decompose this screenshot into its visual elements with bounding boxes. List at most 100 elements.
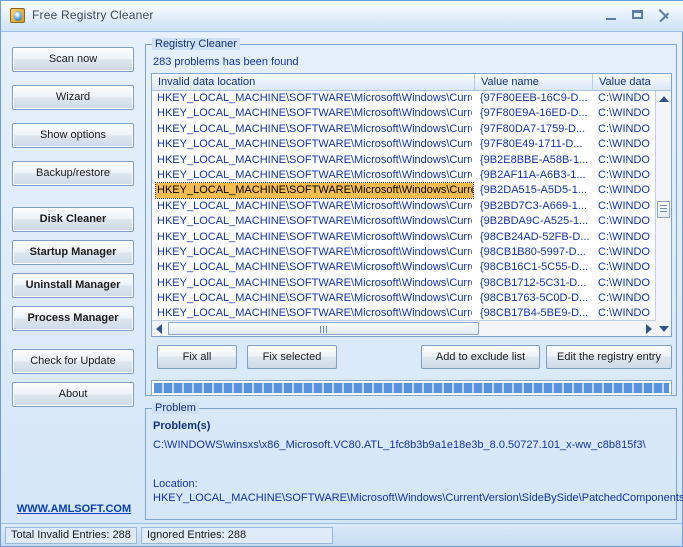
table-row[interactable]: HKEY_LOCAL_MACHINE\SOFTWARE\Microsoft\Wi… [152,168,656,183]
list-rows: HKEY_LOCAL_MACHINE\SOFTWARE\Microsoft\Wi… [152,91,656,321]
chevron-up-icon [659,96,669,102]
chevron-right-icon [646,324,652,334]
show-options-button[interactable]: Show options [12,123,134,148]
status-bar: Total Invalid Entries: 288 Ignored Entri… [1,523,682,546]
status-ignored-entries: Ignored Entries: 288 [141,527,333,544]
close-button[interactable] [652,5,678,26]
cell-value-data: C:\WINDO [598,168,650,181]
cell-value-name: {9B2BDA9C-A525-1... [480,215,589,228]
cell-value-data: C:\WINDO [598,107,650,120]
chevron-left-icon [156,324,162,334]
check-for-update-button[interactable]: Check for Update [12,349,134,374]
cell-location: HKEY_LOCAL_MACHINE\SOFTWARE\Microsoft\Wi… [157,122,472,135]
edit-registry-entry-button[interactable]: Edit the registry entry [546,345,672,369]
horizontal-scroll-thumb[interactable] [168,322,479,335]
about-button[interactable]: About [12,382,134,407]
table-row[interactable]: HKEY_LOCAL_MACHINE\SOFTWARE\Microsoft\Wi… [152,122,656,137]
cell-value-data: C:\WINDO [598,153,650,166]
sidebar: Scan now Wizard Show options Backup/rest… [1,31,145,523]
maximize-button[interactable] [626,5,649,26]
table-row[interactable]: HKEY_LOCAL_MACHINE\SOFTWARE\Microsoft\Wi… [152,182,656,200]
column-header-location[interactable]: Invalid data location [152,74,475,91]
table-row[interactable]: HKEY_LOCAL_MACHINE\SOFTWARE\Microsoft\Wi… [152,106,656,121]
add-to-exclude-list-button[interactable]: Add to exclude list [421,345,540,369]
app-icon [10,8,25,23]
fix-all-button[interactable]: Fix all [157,345,237,369]
cell-value-data: C:\WINDO [598,292,650,305]
column-header-value-name[interactable]: Value name [475,74,593,91]
vertical-scroll-thumb[interactable] [657,201,670,218]
scroll-right-button[interactable] [641,321,656,336]
cell-value-name: {98CB1763-5C0D-D... [480,292,589,305]
problem-path: C:\WINDOWS\winsxs\x86_Microsoft.VC80.ATL… [153,439,646,451]
cell-value-name: {9B2BD7C3-A669-1... [480,199,588,212]
table-row[interactable]: HKEY_LOCAL_MACHINE\SOFTWARE\Microsoft\Wi… [152,91,656,106]
problems-found-label: 283 problems has been found [153,56,299,68]
cell-location: HKEY_LOCAL_MACHINE\SOFTWARE\Microsoft\Wi… [157,107,472,120]
window-title: Free Registry Cleaner [32,8,154,22]
cell-value-name: {9B2AF11A-A6B3-1... [480,168,586,181]
registry-cleaner-legend: Registry Cleaner [152,38,240,50]
cell-value-name: {98CB16C1-5C55-D... [480,261,589,274]
uninstall-manager-button[interactable]: Uninstall Manager [12,273,134,298]
minimize-button[interactable] [600,5,623,26]
cell-location: HKEY_LOCAL_MACHINE\SOFTWARE\Microsoft\Wi… [157,261,472,274]
table-row[interactable]: HKEY_LOCAL_MACHINE\SOFTWARE\Microsoft\Wi… [152,245,656,260]
title-bar: Free Registry Cleaner [1,1,683,32]
problem-title: Problem(s) [153,420,211,432]
process-manager-button[interactable]: Process Manager [12,306,134,331]
progress-bar [151,380,672,396]
cell-value-name: {9B2E8BBE-A58B-1... [480,153,589,166]
table-row[interactable]: HKEY_LOCAL_MACHINE\SOFTWARE\Microsoft\Wi… [152,214,656,229]
table-row[interactable]: HKEY_LOCAL_MACHINE\SOFTWARE\Microsoft\Wi… [152,153,656,168]
cell-value-data: C:\WINDO [598,215,650,228]
horizontal-scrollbar[interactable] [152,320,656,336]
table-row[interactable]: HKEY_LOCAL_MACHINE\SOFTWARE\Microsoft\Wi… [152,306,656,321]
cell-location: HKEY_LOCAL_MACHINE\SOFTWARE\Microsoft\Wi… [155,182,474,200]
cell-location: HKEY_LOCAL_MACHINE\SOFTWARE\Microsoft\Wi… [157,245,472,258]
cell-value-name: {97F80EEB-16C9-D... [480,92,588,104]
cell-value-name: {97F80E49-1711-D... [480,138,583,151]
cell-location: HKEY_LOCAL_MACHINE\SOFTWARE\Microsoft\Wi… [157,307,472,320]
table-row[interactable]: HKEY_LOCAL_MACHINE\SOFTWARE\Microsoft\Wi… [152,199,656,214]
table-row[interactable]: HKEY_LOCAL_MACHINE\SOFTWARE\Microsoft\Wi… [152,137,656,152]
problem-location-value: HKEY_LOCAL_MACHINE\SOFTWARE\Microsoft\Wi… [153,492,683,504]
cell-value-data: C:\WINDO [598,230,650,243]
scan-now-button[interactable]: Scan now [12,47,134,72]
backup-restore-button[interactable]: Backup/restore [12,161,134,186]
table-row[interactable]: HKEY_LOCAL_MACHINE\SOFTWARE\Microsoft\Wi… [152,230,656,245]
table-row[interactable]: HKEY_LOCAL_MACHINE\SOFTWARE\Microsoft\Wi… [152,291,656,306]
cell-location: HKEY_LOCAL_MACHINE\SOFTWARE\Microsoft\Wi… [157,199,472,212]
problem-legend: Problem [152,402,199,414]
scroll-down-button[interactable] [656,321,671,336]
cell-value-data: C:\WINDO [598,92,650,104]
vertical-scrollbar[interactable] [655,91,671,336]
close-icon [660,9,662,22]
app-window: Free Registry Cleaner Scan now Wizard Sh… [0,0,683,547]
window-controls [600,5,678,27]
table-row[interactable]: HKEY_LOCAL_MACHINE\SOFTWARE\Microsoft\Wi… [152,260,656,275]
minimize-icon [605,18,616,20]
wizard-button[interactable]: Wizard [12,85,134,110]
cell-location: HKEY_LOCAL_MACHINE\SOFTWARE\Microsoft\Wi… [157,138,472,151]
fix-selected-button[interactable]: Fix selected [247,345,337,369]
cell-location: HKEY_LOCAL_MACHINE\SOFTWARE\Microsoft\Wi… [157,215,472,228]
cell-value-name: {9B2DA515-A5D5-1... [480,184,588,197]
scroll-up-button[interactable] [656,91,671,106]
cell-value-name: {97F80E9A-16ED-D... [480,107,588,120]
scroll-left-button[interactable] [152,321,167,336]
cell-location: HKEY_LOCAL_MACHINE\SOFTWARE\Microsoft\Wi… [157,230,472,243]
website-link[interactable]: WWW.AMLSOFT.COM [13,503,135,515]
cell-value-data: C:\WINDO [598,138,650,151]
startup-manager-button[interactable]: Startup Manager [12,240,134,265]
progress-bar-fill [154,383,669,393]
cell-value-data: C:\WINDO [598,184,650,197]
invalid-entries-list[interactable]: Invalid data location Value name Value d… [151,73,672,337]
table-row[interactable]: HKEY_LOCAL_MACHINE\SOFTWARE\Microsoft\Wi… [152,276,656,291]
cell-value-name: {98CB1712-5C31-D... [480,276,587,289]
cell-value-name: {97F80DA7-1759-D... [480,122,586,135]
column-header-value-data[interactable]: Value data [593,74,671,91]
disk-cleaner-button[interactable]: Disk Cleaner [12,207,134,232]
maximize-icon [631,10,643,19]
problem-location-label: Location: [153,478,198,490]
